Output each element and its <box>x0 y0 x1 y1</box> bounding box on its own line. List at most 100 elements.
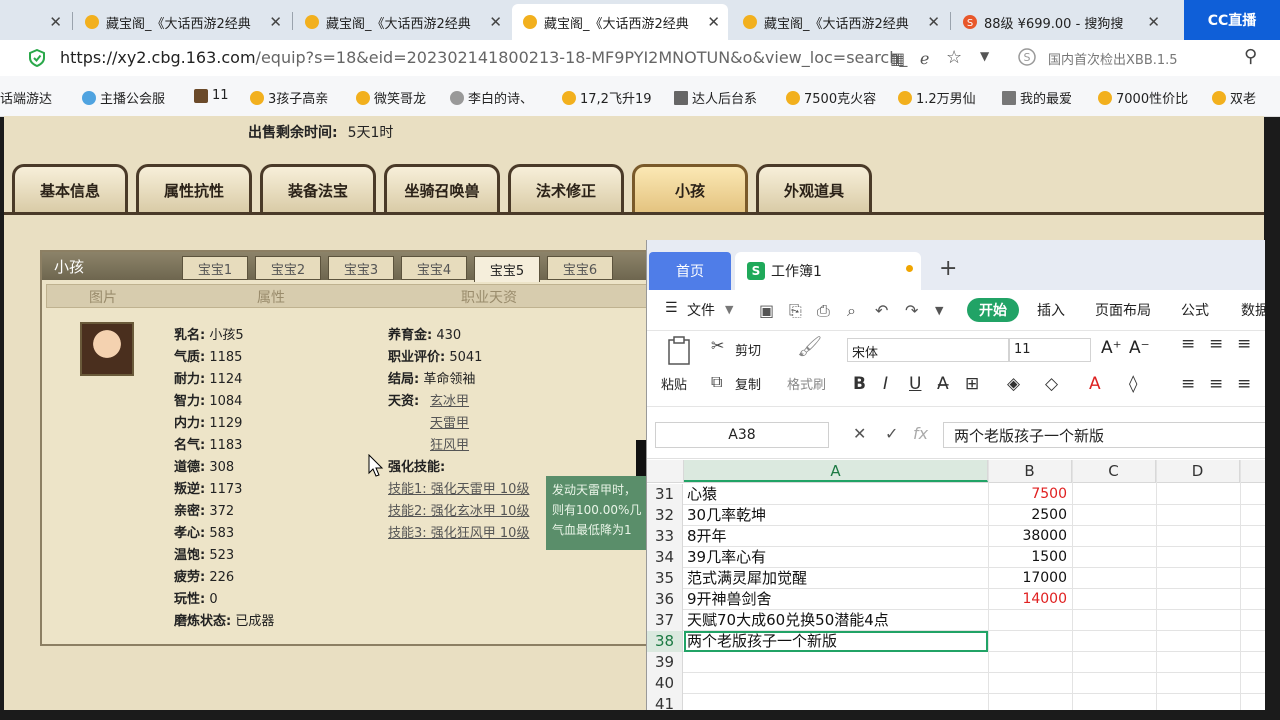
row-number[interactable]: 34 <box>647 547 683 568</box>
tab-appearance[interactable]: 外观道具 <box>756 164 872 214</box>
skill-link[interactable]: 技能2: 强化玄冰甲 10级 <box>388 500 529 519</box>
save-icon[interactable]: ▣ <box>759 301 774 320</box>
menu-formula[interactable]: 公式 <box>1181 300 1209 320</box>
cell[interactable]: 7500 <box>987 484 1067 505</box>
strikethrough-icon[interactable]: A̶ <box>937 374 949 394</box>
align-center-icon[interactable]: ≡ <box>1209 374 1223 394</box>
cell[interactable]: 心猿 <box>687 484 985 505</box>
row-number[interactable]: 31 <box>647 484 683 505</box>
tab-baby-2[interactable]: 宝宝2 <box>255 256 321 280</box>
fill-color-icon[interactable]: ◈ <box>1007 374 1020 394</box>
bookmark[interactable]: 3孩子高亲 <box>250 88 328 107</box>
undo-icon[interactable]: ↶ <box>875 301 888 320</box>
font-size-select[interactable]: 11 <box>1009 338 1091 362</box>
decrease-font-icon[interactable]: A⁻ <box>1129 338 1150 358</box>
name-box[interactable]: A38 <box>655 422 829 448</box>
qr-icon[interactable]: ▦ <box>890 49 905 68</box>
talent-link[interactable]: 狂风甲 <box>430 434 469 453</box>
paste-button[interactable]: 粘贴 <box>661 374 687 393</box>
cell[interactable] <box>987 673 1067 694</box>
cell[interactable]: 2500 <box>987 505 1067 526</box>
cell[interactable]: 1500 <box>987 547 1067 568</box>
align-right-icon[interactable]: ≡ <box>1237 374 1251 394</box>
tab-baby-1[interactable]: 宝宝1 <box>182 256 248 280</box>
cell[interactable]: 17000 <box>987 568 1067 589</box>
column-header-a[interactable]: A <box>684 460 988 482</box>
copy-icon[interactable]: ⧉ <box>711 372 722 392</box>
tab-equipment[interactable]: 装备法宝 <box>260 164 376 214</box>
row-number[interactable]: 33 <box>647 526 683 547</box>
row-number[interactable]: 32 <box>647 505 683 526</box>
cell[interactable] <box>987 610 1067 631</box>
skill-link[interactable]: 技能3: 强化狂风甲 10级 <box>388 522 529 541</box>
format-painter-icon[interactable]: 🖌 <box>797 334 822 358</box>
close-icon[interactable]: ✕ <box>489 13 502 31</box>
browser-tab[interactable]: 藏宝阁_《大话西游2经典 ✕ <box>74 4 290 40</box>
redo-icon[interactable]: ↷ <box>905 301 918 320</box>
menu-start[interactable]: 开始 <box>967 298 1019 322</box>
print-icon[interactable]: ⎙ <box>817 301 830 321</box>
tab-spell-mods[interactable]: 法术修正 <box>508 164 624 214</box>
export-icon[interactable]: ⎘ <box>789 301 802 321</box>
cell[interactable]: 38000 <box>987 526 1067 547</box>
fx-icon[interactable]: fx <box>913 424 928 443</box>
url-input[interactable]: https://xy2.cbg.163.com/equip?s=18&eid=2… <box>60 48 907 67</box>
menu-data[interactable]: 数据 <box>1241 300 1265 320</box>
bookmark[interactable]: 主播公会服 <box>82 88 165 107</box>
tab-baby-6[interactable]: 宝宝6 <box>547 256 613 280</box>
tab-child[interactable]: 小孩 <box>632 164 748 214</box>
close-icon[interactable]: ✕ <box>269 13 282 31</box>
highlight-icon[interactable]: ◇ <box>1045 374 1058 394</box>
search-icon[interactable]: ⚲ <box>1244 46 1257 67</box>
cell[interactable]: 39几率心有 <box>687 547 985 568</box>
menu-icon[interactable]: ☰ <box>665 300 678 316</box>
bookmark[interactable]: 双老 <box>1212 88 1256 107</box>
font-color-icon[interactable]: A <box>1089 374 1101 394</box>
bookmark[interactable]: 7500克火容 <box>786 88 876 107</box>
underline-icon[interactable]: U <box>909 374 921 394</box>
cell[interactable]: 天赋70大成60兑换50潜能4点 <box>687 610 985 631</box>
browser-tab-active[interactable]: 藏宝阁_《大话西游2经典 ✕ <box>512 4 728 40</box>
tab-attributes[interactable]: 属性抗性 <box>136 164 252 214</box>
cut-button[interactable]: 剪切 <box>735 340 761 359</box>
bookmark[interactable]: 11 <box>194 88 229 103</box>
tab-mounts-pets[interactable]: 坐骑召唤兽 <box>384 164 500 214</box>
border-icon[interactable]: ⊞ <box>965 374 979 394</box>
chevron-down-icon[interactable]: ▼ <box>935 304 943 317</box>
column-header-d[interactable]: D <box>1156 460 1240 482</box>
talent-link[interactable]: 天雷甲 <box>430 412 469 431</box>
talent-link[interactable]: 玄冰甲 <box>430 390 469 409</box>
close-icon[interactable]: ✕ <box>707 13 720 31</box>
search-suggestion[interactable]: 国内首次检出XBB.1.5 <box>1048 49 1178 68</box>
tab-baby-3[interactable]: 宝宝3 <box>328 256 394 280</box>
bookmark[interactable]: 话端游达 <box>0 88 52 107</box>
cell[interactable] <box>687 694 985 710</box>
formula-input[interactable]: 两个老版孩子一个新版 <box>943 422 1265 448</box>
bookmark[interactable]: 我的最爱 <box>1002 88 1072 107</box>
bookmark[interactable]: 17,2飞升19 <box>562 88 652 107</box>
align-bottom-icon[interactable]: ≡ <box>1237 334 1251 354</box>
align-top-icon[interactable]: ≡ <box>1181 334 1195 354</box>
cut-icon[interactable]: ✂ <box>711 336 724 355</box>
preview-icon[interactable]: ⌕ <box>847 301 856 321</box>
browser-tab[interactable]: S 88级 ¥699.00 - 搜狗搜 ✕ <box>952 4 1168 40</box>
close-icon[interactable]: ✕ <box>49 13 62 31</box>
align-left-icon[interactable]: ≡ <box>1181 374 1195 394</box>
row-number[interactable]: 39 <box>647 652 683 673</box>
chevron-down-icon[interactable]: ▼ <box>980 49 989 63</box>
bookmark[interactable]: 微笑哥龙 <box>356 88 426 107</box>
ie-icon[interactable]: ℯ <box>920 49 929 68</box>
tab-workbook[interactable]: S 工作簿1 <box>735 252 921 290</box>
menu-page-layout[interactable]: 页面布局 <box>1095 300 1151 320</box>
star-icon[interactable]: ☆ <box>946 47 962 68</box>
bookmark[interactable]: 李白的诗、 <box>450 88 533 107</box>
column-header-b[interactable]: B <box>988 460 1072 482</box>
column-header-c[interactable]: C <box>1072 460 1156 482</box>
clear-format-icon[interactable]: ◊ <box>1129 374 1137 394</box>
tab-baby-4[interactable]: 宝宝4 <box>401 256 467 280</box>
paste-icon[interactable] <box>667 336 693 370</box>
cell[interactable]: 30几率乾坤 <box>687 505 985 526</box>
cell[interactable] <box>987 694 1067 710</box>
browser-tab[interactable]: 藏宝阁_《大话西游2经典 ✕ <box>732 4 948 40</box>
cell[interactable]: 9开神兽剑舍 <box>687 589 985 610</box>
